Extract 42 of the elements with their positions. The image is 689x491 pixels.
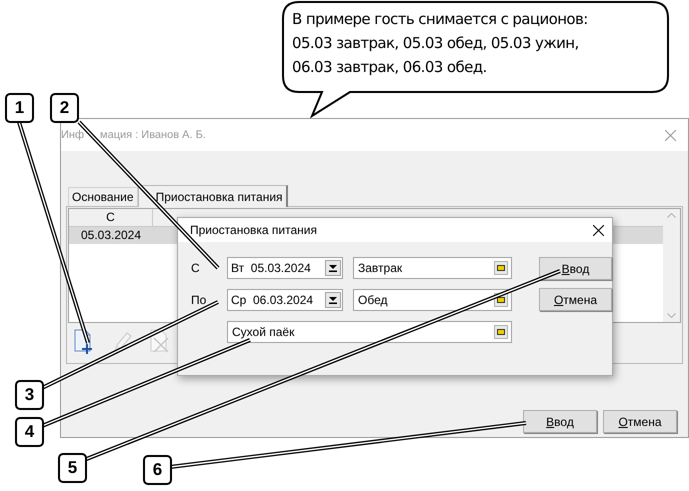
folder-icon [497,329,505,335]
callout-number: 6 [143,455,172,485]
field-label: По [191,292,208,309]
combo-field[interactable]: Сухой паёк [227,321,512,343]
dropdown-button[interactable] [325,292,341,308]
dropdown-button[interactable] [325,260,341,276]
window-title: Инф [61,128,84,143]
callout-number: 1 [5,93,34,123]
button[interactable]: Ввод [539,257,612,280]
window-title: мация : Иванов А. Б. [100,128,206,143]
date-value: Вт 05.03.2024 [231,260,311,277]
combo-field[interactable]: Завтрак [353,257,512,279]
folder-icon [497,297,505,303]
button[interactable]: Отмена [603,410,677,433]
dialog-title: Приостановка питания [190,222,317,239]
callout-text: В примере гость снимается с рационов: [292,9,588,30]
lookup-button[interactable] [494,261,508,275]
combo-field[interactable]: Обед [353,289,512,311]
date-value: Ср 06.03.2024 [231,292,314,309]
close-icon[interactable] [593,224,604,236]
button[interactable]: Ввод [523,410,597,433]
caret-icon [329,296,337,304]
tab[interactable]: Основание [68,187,138,206]
tab[interactable]: Приостановка питания [138,185,288,207]
combo-value: Обед [358,292,388,309]
date-field[interactable]: Ср 06.03.2024 [227,289,343,311]
date-field[interactable]: Вт 05.03.2024 [227,257,343,279]
callout-number: 4 [15,417,44,447]
caret-icon [329,264,337,272]
callout-number: 3 [15,380,44,410]
button[interactable]: Отмена [539,288,612,311]
combo-value: Сухой паёк [232,324,294,341]
lookup-button[interactable] [494,325,508,339]
callout-number: 2 [50,93,79,123]
callout-text: 06.03 завтрак, 06.03 обед. [292,57,488,78]
combo-value: Завтрак [358,260,402,277]
field-label: С [191,260,201,277]
table-cell-text: 05.03.2024 [80,227,142,244]
callout-text: 05.03 завтрак, 05.03 обед, 05.03 ужин, [292,33,580,54]
column-header[interactable]: С [69,209,153,227]
folder-icon [497,265,505,271]
callout-number: 5 [58,453,87,483]
